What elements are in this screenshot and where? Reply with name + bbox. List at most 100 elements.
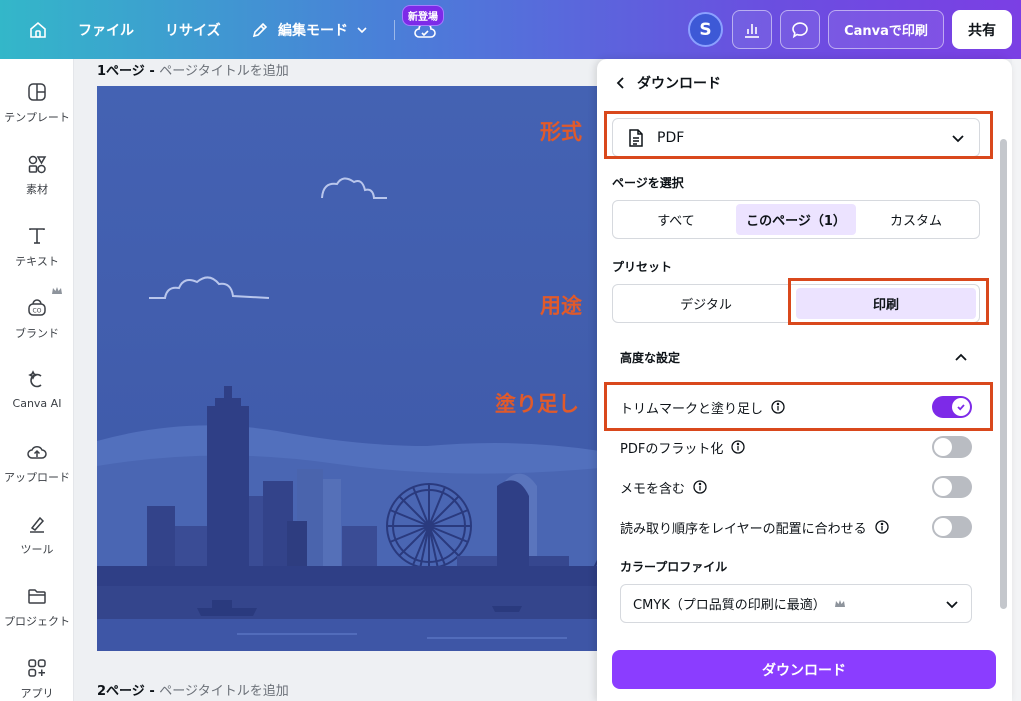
option-label: メモを含む bbox=[620, 481, 686, 497]
sidebar-item-label: アップロード bbox=[4, 471, 70, 484]
info-icon[interactable] bbox=[693, 480, 707, 494]
brand-icon: CO bbox=[28, 299, 46, 316]
sidebar-item-label: プロジェクト bbox=[4, 615, 70, 628]
sidebar-item-templates[interactable]: テンプレート bbox=[0, 81, 74, 125]
window-edge bbox=[1012, 59, 1021, 701]
sidebar-item-elements[interactable]: 素材 bbox=[0, 153, 74, 197]
option-label: PDFのフラット化 bbox=[620, 441, 724, 457]
toggle-knob bbox=[934, 438, 952, 456]
page-2-label: 2ページ - ページタイトルを追加 bbox=[97, 680, 289, 699]
chevron-down-icon bbox=[946, 600, 958, 608]
crown-icon bbox=[834, 599, 845, 607]
insights-button[interactable] bbox=[732, 10, 772, 49]
left-sidebar: テンプレート 素材 テキスト CO ブランド Canva AI アップロード ツ… bbox=[0, 59, 74, 701]
page-select-segmented: すべて このページ（1） カスタム bbox=[612, 200, 980, 239]
new-badge: 新登場 bbox=[402, 5, 444, 26]
option-flatten-pdf: PDFのフラット化 bbox=[620, 436, 972, 458]
sidebar-item-canva-ai[interactable]: Canva AI bbox=[0, 369, 74, 410]
annotation-bleed-label: 塗り足し bbox=[495, 392, 579, 416]
preset-label: プリセット bbox=[612, 260, 673, 274]
resize-menu[interactable]: リサイズ bbox=[165, 0, 221, 59]
info-icon[interactable] bbox=[731, 440, 745, 454]
sidebar-item-text[interactable]: テキスト bbox=[0, 225, 74, 269]
flatten-pdf-toggle[interactable] bbox=[932, 436, 972, 458]
page-separator: - bbox=[149, 684, 155, 699]
sidebar-item-apps[interactable]: アプリ bbox=[0, 657, 74, 701]
sidebar-item-brand[interactable]: CO ブランド bbox=[0, 297, 74, 341]
option-include-notes: メモを含む bbox=[620, 476, 972, 498]
color-profile-value: CMYK（プロ品質の印刷に最適） bbox=[633, 598, 826, 613]
template-icon bbox=[28, 83, 46, 101]
comment-icon bbox=[792, 21, 808, 38]
sidebar-item-label: ツール bbox=[20, 543, 54, 556]
canvas-area: 1ページ - ページタイトルを追加 2ページ - ページタイトルを追加 bbox=[74, 59, 600, 701]
page-title-input[interactable]: ページタイトルを追加 bbox=[159, 684, 288, 699]
page-select-label: ページを選択 bbox=[612, 176, 684, 190]
toolbar-divider bbox=[394, 20, 395, 40]
home-icon bbox=[30, 21, 46, 38]
sidebar-item-projects[interactable]: プロジェクト bbox=[0, 585, 74, 629]
panel-header: ダウンロード bbox=[615, 73, 721, 93]
file-menu[interactable]: ファイル bbox=[78, 0, 134, 59]
annotation-format-box bbox=[604, 111, 993, 159]
tools-icon bbox=[30, 516, 45, 533]
option-reading-order: 読み取り順序をレイヤーの配置に合わせる bbox=[620, 516, 972, 538]
top-bar: ファイル リサイズ 編集モード 新登場 S Canvaで印刷 共有 bbox=[0, 0, 1021, 59]
toggle-knob bbox=[934, 478, 952, 496]
option-label: 読み取り順序をレイヤーの配置に合わせる bbox=[620, 521, 867, 537]
page-number: 1ページ bbox=[97, 64, 145, 79]
color-profile-select[interactable]: CMYK（プロ品質の印刷に最適） bbox=[620, 584, 972, 623]
city-skyline-illustration bbox=[97, 86, 600, 651]
comment-button[interactable] bbox=[780, 10, 820, 49]
page-option-custom[interactable]: カスタム bbox=[856, 204, 976, 235]
sidebar-item-label: アプリ bbox=[20, 687, 54, 700]
chevron-down-icon bbox=[357, 26, 367, 33]
annotation-purpose-label: 用途 bbox=[540, 294, 582, 318]
include-notes-toggle[interactable] bbox=[932, 476, 972, 498]
upload-icon bbox=[27, 446, 47, 459]
folder-icon bbox=[28, 589, 46, 604]
sidebar-item-label: 素材 bbox=[26, 183, 48, 196]
avatar[interactable]: S bbox=[688, 12, 723, 47]
chevron-left-icon[interactable] bbox=[615, 76, 627, 90]
crown-icon bbox=[52, 287, 62, 294]
text-icon bbox=[29, 228, 45, 244]
preset-option-digital[interactable]: デジタル bbox=[616, 288, 796, 319]
edit-mode-menu[interactable]: 編集モード bbox=[250, 0, 368, 59]
page-option-current[interactable]: このページ（1） bbox=[736, 204, 856, 235]
elements-icon bbox=[28, 155, 47, 174]
design-page-1[interactable] bbox=[97, 86, 600, 651]
sidebar-item-label: テンプレート bbox=[4, 111, 70, 124]
page-option-all[interactable]: すべて bbox=[616, 204, 736, 235]
home-button[interactable] bbox=[22, 0, 54, 59]
sidebar-item-label: テキスト bbox=[15, 255, 59, 268]
chevron-up-icon bbox=[955, 353, 967, 361]
annotation-format-label: 形式 bbox=[540, 120, 582, 144]
page-separator: - bbox=[149, 64, 155, 79]
share-button[interactable]: 共有 bbox=[952, 10, 1012, 49]
page-1-label: 1ページ - ページタイトルを追加 bbox=[97, 60, 289, 79]
sidebar-item-label: Canva AI bbox=[12, 397, 62, 410]
print-with-canva-button[interactable]: Canvaで印刷 bbox=[828, 10, 944, 49]
page-number: 2ページ bbox=[97, 684, 145, 699]
sidebar-item-uploads[interactable]: アップロード bbox=[0, 441, 74, 485]
edit-mode-label: 編集モード bbox=[278, 22, 348, 39]
annotation-purpose-box bbox=[788, 278, 989, 325]
color-profile-label: カラープロファイル bbox=[620, 560, 728, 574]
pencil-icon bbox=[252, 22, 268, 37]
toggle-knob bbox=[934, 518, 952, 536]
info-icon[interactable] bbox=[874, 520, 889, 534]
svg-text:CO: CO bbox=[33, 308, 42, 315]
page-title-input[interactable]: ページタイトルを追加 bbox=[159, 64, 288, 79]
reading-order-toggle[interactable] bbox=[932, 516, 972, 538]
sidebar-item-label: ブランド bbox=[15, 327, 59, 340]
annotation-bleed-box bbox=[604, 382, 993, 431]
advanced-settings-header[interactable]: 高度な設定 bbox=[620, 349, 972, 366]
advanced-settings-label: 高度な設定 bbox=[620, 351, 681, 365]
bar-chart-icon bbox=[745, 23, 759, 38]
sidebar-item-tools[interactable]: ツール bbox=[0, 513, 74, 557]
ai-icon bbox=[28, 370, 42, 388]
panel-scrollbar[interactable] bbox=[1000, 139, 1007, 609]
download-button[interactable]: ダウンロード bbox=[612, 650, 996, 689]
apps-icon bbox=[28, 659, 46, 677]
